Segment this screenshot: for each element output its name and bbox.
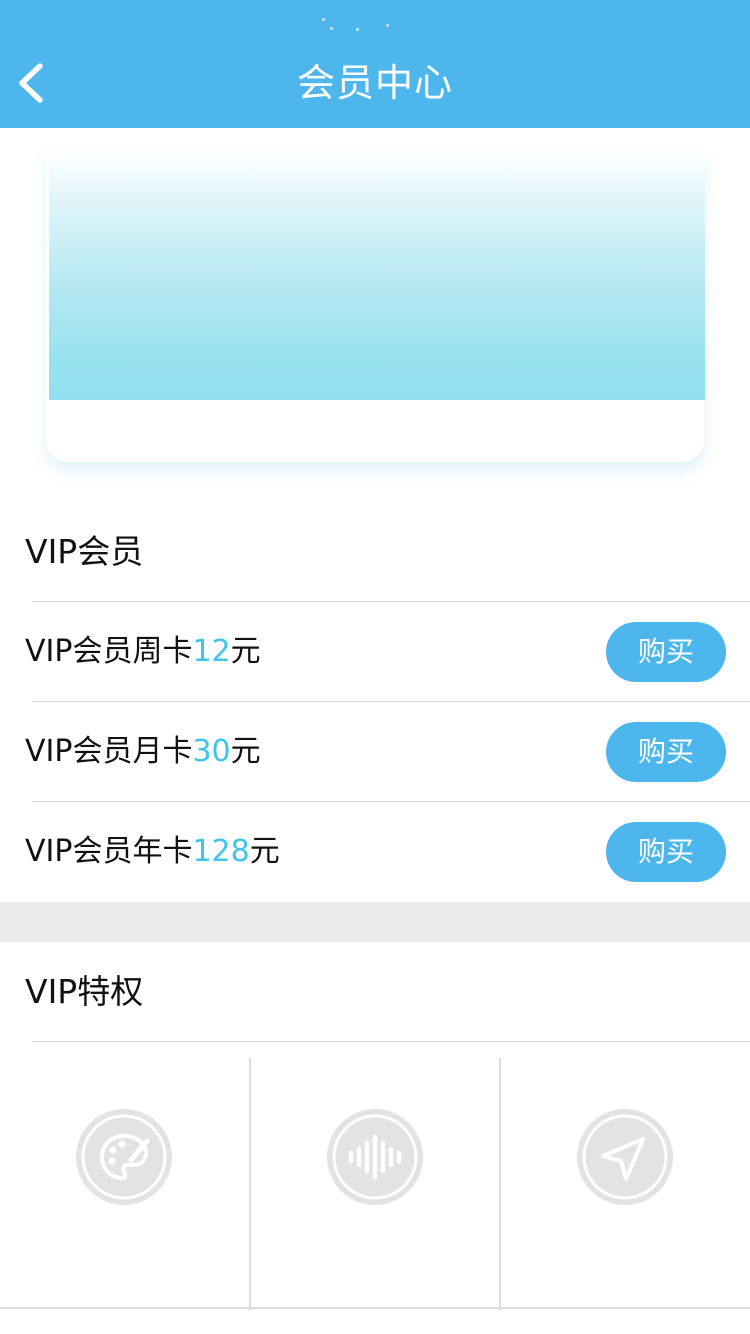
top-navigation-bar: 会员中心 — [0, 0, 750, 128]
plan-unit: 元 — [249, 834, 280, 869]
plan-label: VIP会员周卡12元 — [25, 630, 261, 674]
status-indicator — [320, 18, 400, 34]
plan-unit: 元 — [230, 634, 261, 669]
plan-price: 30 — [192, 734, 231, 769]
page-title: 会员中心 — [296, 61, 453, 105]
plan-price: 128 — [192, 834, 250, 869]
plan-name: VIP会员年卡 — [25, 834, 193, 869]
plan-row-month: VIP会员月卡30元 购买 — [0, 702, 750, 802]
plan-name: VIP会员周卡 — [25, 634, 193, 669]
card-banner — [49, 150, 705, 400]
navigation-arrow-icon — [577, 1109, 673, 1205]
buy-week-button[interactable]: 购买 — [606, 622, 726, 682]
privilege-item-audio[interactable] — [251, 1058, 501, 1308]
palette-icon — [76, 1109, 172, 1205]
plan-name: VIP会员月卡 — [25, 734, 193, 769]
audio-wave-icon — [327, 1109, 423, 1205]
plan-label: VIP会员月卡30元 — [25, 730, 261, 774]
plan-row-year: VIP会员年卡128元 购买 — [0, 802, 750, 902]
plan-price: 12 — [192, 634, 231, 669]
plan-row-week: VIP会员周卡12元 购买 — [0, 602, 750, 702]
plan-label: VIP会员年卡128元 — [25, 830, 280, 874]
member-center-page: 会员中心 VIP会员 VIP会员周卡12元 购买 VIP会员月卡30元 购买 V… — [0, 0, 750, 1334]
privilege-item-navigation[interactable] — [501, 1058, 750, 1308]
plan-unit: 元 — [230, 734, 261, 769]
section-separator — [0, 902, 750, 942]
divider — [32, 1041, 750, 1042]
vip-section-title: VIP会员 — [25, 532, 144, 571]
grid-bottom-border — [0, 1307, 750, 1309]
buy-month-button[interactable]: 购买 — [606, 722, 726, 782]
privilege-item-palette[interactable] — [0, 1058, 250, 1308]
membership-card — [46, 150, 705, 462]
privileges-section-title: VIP特权 — [25, 972, 144, 1011]
buy-year-button[interactable]: 购买 — [606, 822, 726, 882]
